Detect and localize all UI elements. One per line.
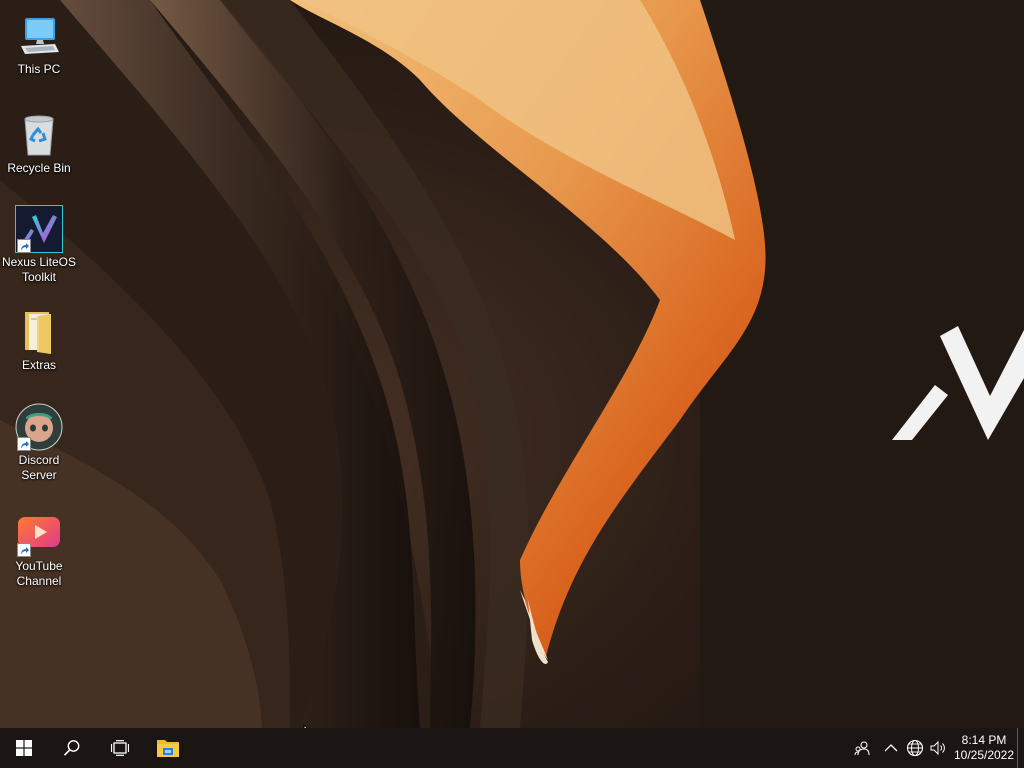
search-button[interactable]	[48, 728, 96, 768]
desktop-icon-nexus-liteos-toolkit[interactable]: Nexus LiteOS Toolkit	[0, 199, 78, 285]
task-view-button[interactable]	[96, 728, 144, 768]
desktop-icon-youtube-channel[interactable]: YouTube Channel	[0, 503, 78, 589]
desktop-icon-label: Nexus LiteOS Toolkit	[1, 255, 77, 284]
speaker-icon	[930, 740, 945, 756]
desktop-icon-extras[interactable]: Extras	[0, 302, 78, 373]
wallpaper	[0, 0, 1024, 728]
folder-icon	[15, 308, 63, 356]
discord-icon	[15, 403, 63, 451]
taskbar: 8:14 PM 10/25/2022	[0, 728, 1024, 768]
volume-button[interactable]	[927, 728, 951, 768]
computer-icon	[15, 12, 63, 60]
desktop-icon-label: Extras	[21, 358, 56, 372]
task-view-icon	[111, 740, 129, 756]
nexus-logo-icon	[15, 205, 63, 253]
network-button[interactable]	[903, 728, 927, 768]
desktop-icon-label: Discord Server	[18, 453, 60, 482]
people-icon	[854, 741, 870, 756]
windows-logo-icon	[16, 740, 32, 756]
desktop-icon-label: YouTube Channel	[15, 559, 63, 588]
taskbar-file-explorer[interactable]	[144, 728, 192, 768]
people-button[interactable]	[845, 728, 879, 768]
file-explorer-icon	[157, 740, 179, 757]
recycle-bin-icon	[15, 111, 63, 159]
start-button[interactable]	[0, 728, 48, 768]
chevron-up-icon	[884, 744, 898, 752]
show-hidden-icons-button[interactable]	[879, 728, 903, 768]
desktop-icon-label: Recycle Bin	[7, 161, 71, 175]
desktop-icon-label: This PC	[17, 62, 61, 76]
desktop-icon-this-pc[interactable]: This PC	[0, 6, 78, 77]
desktop[interactable]: This PC Recycle Bin Nexus LiteOS Toolkit…	[0, 0, 1024, 728]
shortcut-arrow-icon	[17, 239, 31, 253]
show-desktop-button[interactable]	[1017, 728, 1024, 768]
globe-network-icon	[906, 739, 924, 757]
clock-date: 10/25/2022	[953, 748, 1015, 762]
taskbar-clock[interactable]: 8:14 PM 10/25/2022	[951, 728, 1017, 768]
clock-time: 8:14 PM	[961, 733, 1007, 747]
search-icon	[63, 740, 80, 756]
desktop-icon-discord-server[interactable]: Discord Server	[0, 397, 78, 483]
shortcut-arrow-icon	[17, 437, 31, 451]
youtube-icon	[15, 509, 63, 557]
desktop-icon-recycle-bin[interactable]: Recycle Bin	[0, 105, 78, 176]
shortcut-arrow-icon	[17, 543, 31, 557]
